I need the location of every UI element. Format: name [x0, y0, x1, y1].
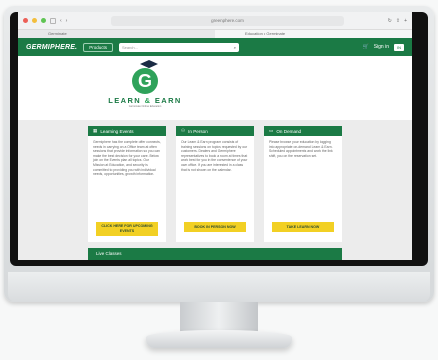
card-row: ▦ Learning Events Germiphere has the com…	[88, 126, 342, 242]
card-in-person: ⚇ In Person Our Learn & Earn program con…	[176, 126, 254, 242]
maximize-window-icon[interactable]	[41, 18, 46, 23]
browser-toolbar: ‹ › greenphere.com ↻ ⇪ +	[18, 12, 412, 30]
card-learning-events: ▦ Learning Events Germiphere has the com…	[88, 126, 166, 242]
upcoming-events-button[interactable]: CLICK HERE FOR UPCOMING EVENTS	[96, 222, 158, 236]
header-actions: 🛒 Sign in IN	[362, 43, 404, 51]
signin-link[interactable]: Sign in	[374, 44, 389, 50]
book-in-person-button[interactable]: BOOK IN PERSON NOW	[184, 222, 246, 232]
address-bar[interactable]: greenphere.com	[111, 15, 344, 26]
card-header: ⚇ In Person	[176, 126, 254, 136]
products-button[interactable]: Products	[83, 42, 113, 52]
new-tab-icon[interactable]: +	[404, 18, 407, 24]
minimize-window-icon[interactable]	[32, 18, 37, 23]
tab-germinate[interactable]: Germinate	[18, 30, 215, 38]
sidebar-toggle-icon[interactable]	[50, 17, 56, 24]
search-input[interactable]: Search... ⌕	[118, 42, 239, 52]
monitor-stand	[180, 302, 258, 332]
monitor-base	[146, 330, 292, 348]
card-description: Please browse your education by logging …	[269, 140, 333, 158]
card-header: ▭ On Demand	[264, 126, 342, 136]
card-description: Our Learn & Earn program consists of tra…	[181, 140, 248, 172]
card-description: Germiphere has the complete offer connec…	[93, 140, 161, 177]
screen: ‹ › greenphere.com ↻ ⇪ + Germinate Educa…	[18, 12, 412, 260]
tab-education[interactable]: Education • Germinate	[215, 30, 412, 38]
cards-section: ▦ Learning Events Germiphere has the com…	[18, 120, 412, 260]
back-icon[interactable]: ‹	[60, 18, 62, 24]
tab-strip: Germinate Education • Germinate	[18, 30, 412, 38]
logo-text: LEARN & EARN	[100, 96, 190, 105]
logo-word-earn: EARN	[154, 96, 182, 105]
people-icon: ⚇	[181, 128, 186, 133]
brand-logo[interactable]: GERMIPHERE.	[26, 44, 77, 51]
forward-icon[interactable]: ›	[66, 18, 68, 24]
card-on-demand: ▭ On Demand Please browse your education…	[264, 126, 342, 242]
learn-earn-logo: G LEARN & EARN Germinate Online Educatio…	[100, 60, 190, 108]
monitor-chin	[8, 272, 430, 302]
calendar-icon: ▦	[93, 128, 98, 133]
share-icon[interactable]: ⇪	[396, 18, 400, 24]
laptop-icon: ▭	[269, 128, 274, 133]
live-classes-bar[interactable]: Live Classes	[88, 248, 342, 260]
card-title: In Person	[188, 128, 208, 134]
search-placeholder: Search...	[121, 44, 138, 50]
search-icon[interactable]: ⌕	[234, 43, 236, 52]
card-title: Learning Events	[100, 128, 134, 134]
hero: G LEARN & EARN Germinate Online Educatio…	[18, 56, 412, 120]
site-header: GERMIPHERE. Products Search... ⌕ 🛒 Sign …	[18, 38, 412, 56]
reload-icon[interactable]: ↻	[388, 18, 392, 24]
account-button[interactable]: IN	[394, 43, 404, 51]
close-window-icon[interactable]	[23, 18, 28, 23]
logo-letter: G	[132, 68, 158, 94]
card-title: On Demand	[276, 128, 302, 134]
card-header: ▦ Learning Events	[88, 126, 166, 136]
logo-word-learn: LEARN	[108, 96, 142, 105]
take-learn-button[interactable]: TAKE LEARN NOW	[272, 222, 334, 232]
logo-ampersand: &	[144, 96, 152, 105]
logo-tagline: Germinate Online Education	[128, 105, 162, 108]
cart-icon[interactable]: 🛒	[362, 44, 368, 50]
